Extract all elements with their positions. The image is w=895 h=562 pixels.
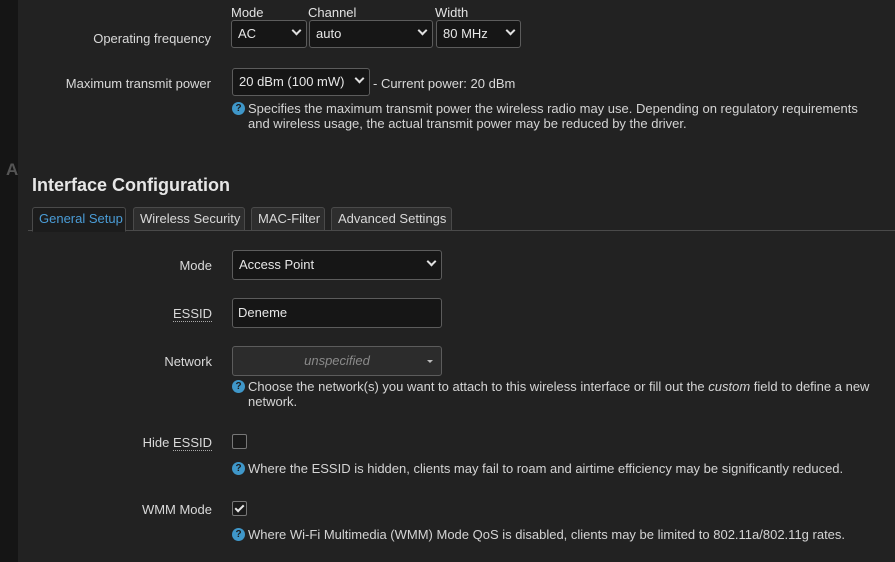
network-help: ? Choose the network(s) you want to atta… (232, 379, 882, 409)
tab-label: Wireless Security (140, 211, 241, 226)
hide-essid-help: ? Where the ESSID is hidden, clients may… (232, 461, 882, 476)
width-column-header: Width (435, 5, 469, 20)
hide-essid-label: Hide ESSID (48, 435, 212, 451)
tx-power-help: ? Specifies the maximum transmit power t… (232, 101, 882, 131)
channel-select[interactable]: auto (309, 20, 433, 48)
chevron-down-icon (426, 256, 437, 267)
tab-label: General Setup (39, 211, 123, 226)
tab-advanced-settings[interactable]: Advanced Settings (331, 207, 452, 231)
channel-select-value: auto (316, 26, 342, 41)
wmm-mode-checkbox[interactable] (232, 501, 247, 516)
mode-column-header: Mode (231, 5, 264, 20)
wmm-mode-help: ? Where Wi-Fi Multimedia (WMM) Mode QoS … (232, 527, 882, 542)
mode-select-value: AC (238, 26, 257, 41)
network-label: Network (164, 354, 212, 369)
essid-input[interactable]: Deneme (232, 298, 442, 328)
tx-power-help-text: Specifies the maximum transmit power the… (248, 101, 858, 131)
hide-essid-label-prefix: Hide (142, 435, 173, 450)
chevron-down-icon (354, 73, 365, 84)
network-help-pre: Choose the network(s) you want to attach… (248, 379, 709, 394)
interface-mode-label: Mode (179, 258, 212, 273)
help-icon: ? (232, 528, 245, 541)
tab-label: MAC-Filter (258, 211, 321, 226)
hide-essid-label-word: ESSID (172, 435, 212, 451)
interface-mode-select[interactable]: Access Point (232, 250, 442, 280)
chevron-down-icon (417, 25, 428, 36)
network-dropdown[interactable]: unspecified (232, 346, 442, 376)
wmm-mode-help-text: Where Wi-Fi Multimedia (WMM) Mode QoS is… (248, 527, 846, 542)
interface-mode-value: Access Point (239, 257, 315, 272)
hide-essid-checkbox[interactable] (232, 434, 247, 449)
operating-frequency-label: Operating frequency (93, 31, 211, 46)
tx-power-select[interactable]: 20 dBm (100 mW) (232, 68, 370, 96)
help-icon: ? (232, 462, 245, 475)
caret-down-icon (427, 360, 433, 363)
tab-mac-filter[interactable]: MAC-Filter (251, 207, 325, 231)
sidebar-fragment: A (6, 160, 19, 179)
checkmark-icon (234, 502, 245, 513)
width-select-value: 80 MHz (443, 26, 488, 41)
tab-general-setup[interactable]: General Setup (32, 207, 126, 232)
sidebar-edge: A (0, 0, 19, 562)
current-power-text: - Current power: 20 dBm (373, 76, 516, 91)
network-dropdown-value: unspecified (304, 353, 370, 368)
chevron-down-icon (505, 25, 516, 36)
help-icon: ? (232, 380, 245, 393)
tab-wireless-security[interactable]: Wireless Security (133, 207, 245, 231)
section-title: Interface Configuration (32, 175, 231, 195)
help-icon: ? (232, 102, 245, 115)
essid-label-text: ESSID (172, 306, 212, 322)
network-help-emphasis: custom (708, 379, 751, 394)
chevron-down-icon (291, 25, 302, 36)
hide-essid-help-text: Where the ESSID is hidden, clients may f… (248, 461, 844, 476)
network-help-text: Choose the network(s) you want to attach… (232, 379, 882, 409)
mode-select[interactable]: AC (231, 20, 307, 48)
tx-power-label: Maximum transmit power (65, 76, 211, 91)
essid-label: ESSID (48, 306, 212, 322)
tx-power-select-value: 20 dBm (100 mW) (239, 74, 345, 89)
wireless-settings-panel: Mode Channel Width Operating frequency A… (18, 0, 895, 562)
channel-column-header: Channel (308, 5, 357, 20)
width-select[interactable]: 80 MHz (436, 20, 521, 48)
tab-label: Advanced Settings (338, 211, 447, 226)
wmm-mode-label: WMM Mode (141, 502, 212, 517)
